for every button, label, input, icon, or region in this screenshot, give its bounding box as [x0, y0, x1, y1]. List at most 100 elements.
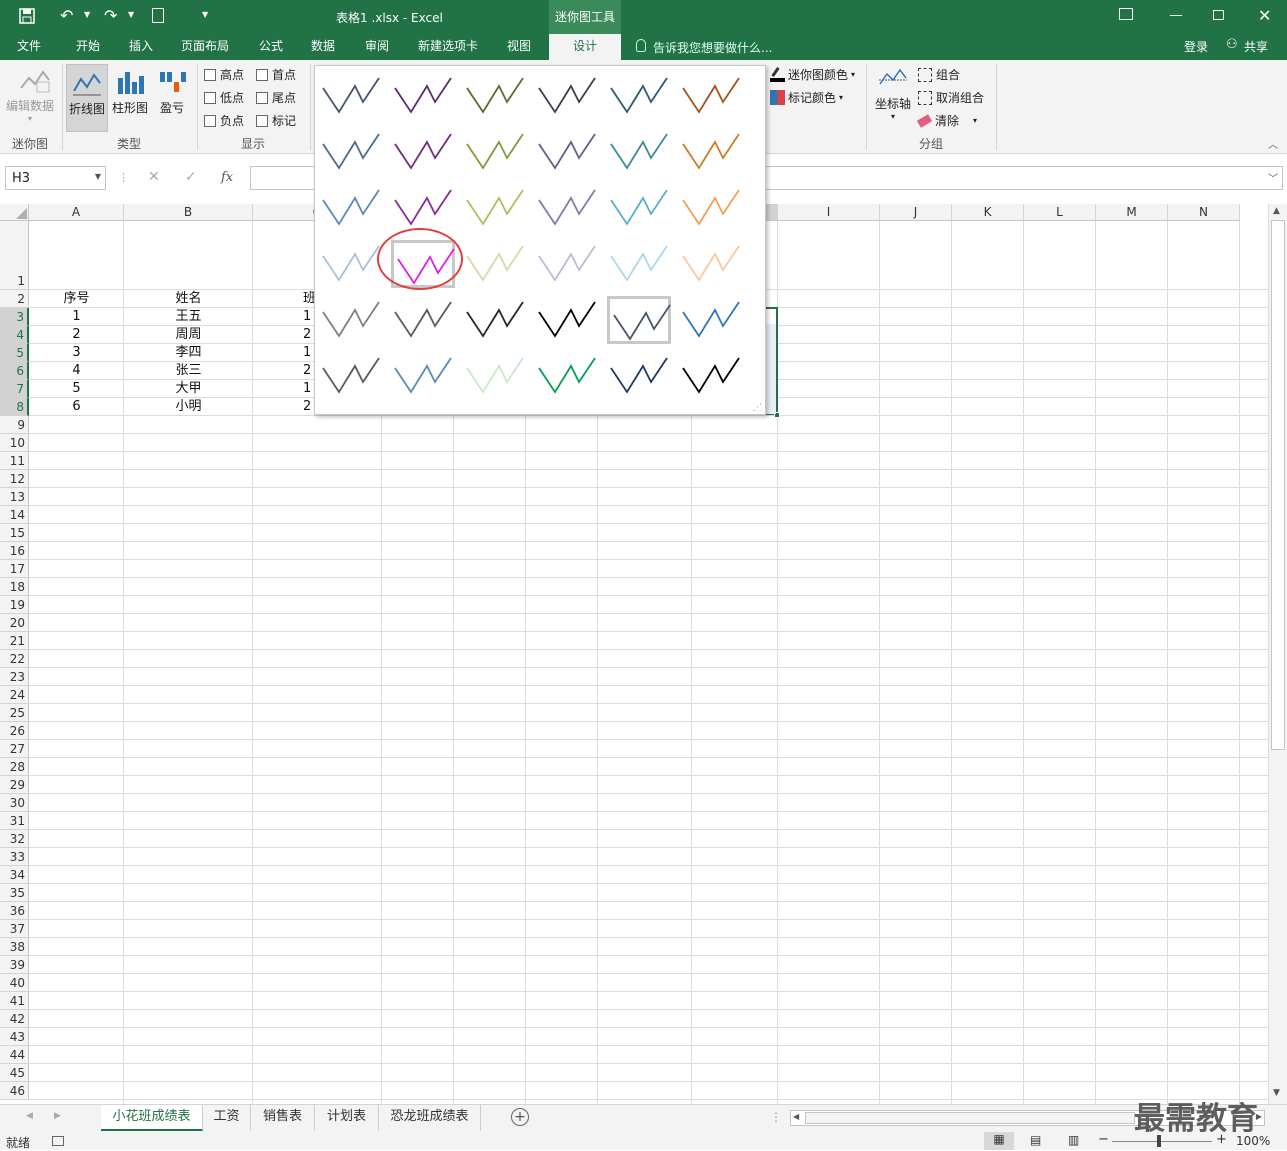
scroll-sheets-left-icon[interactable]: ◀ [26, 1111, 33, 1121]
row-header-38[interactable]: 38 [0, 938, 29, 956]
sheet-tab-plan[interactable]: 计划表 [315, 1105, 379, 1131]
resize-grip-icon[interactable]: ⋰ [753, 403, 762, 413]
zoom-slider[interactable] [1112, 1141, 1212, 1142]
sheet-tab-sales[interactable]: 销售表 [251, 1105, 315, 1131]
sparkline-style-option[interactable] [679, 296, 743, 344]
share-icon[interactable]: ⚇ [1226, 37, 1238, 52]
line-type-button[interactable]: 折线图 [66, 64, 108, 132]
row-header-43[interactable]: 43 [0, 1028, 29, 1046]
row-header-33[interactable]: 33 [0, 848, 29, 866]
last-point-checkbox[interactable]: 尾点 [256, 89, 296, 106]
add-sheet-icon[interactable]: + [511, 1108, 529, 1126]
minimize-icon[interactable] [1170, 15, 1182, 16]
column-header-m[interactable]: M [1096, 204, 1168, 221]
tab-new-tab[interactable]: 新建选项卡 [408, 34, 488, 60]
name-box[interactable]: H3 ▼ [5, 166, 106, 190]
group-button[interactable]: 组合 [918, 66, 960, 83]
scroll-up-icon[interactable]: ▲ [1273, 206, 1280, 216]
column-header-k[interactable]: K [952, 204, 1024, 221]
row-header-34[interactable]: 34 [0, 866, 29, 884]
row-header-27[interactable]: 27 [0, 740, 29, 758]
header-cell[interactable]: 序号 [29, 290, 124, 308]
clear-button[interactable]: 清除 ▾ [916, 112, 977, 129]
marker-color-button[interactable]: 标记颜色 ▾ [770, 89, 843, 106]
expand-formula-icon[interactable]: ﹀ [1268, 170, 1278, 185]
checkbox-box[interactable] [256, 114, 268, 127]
sparkline-style-option[interactable] [463, 184, 527, 232]
collapse-ribbon-icon[interactable]: ︿ [1268, 136, 1278, 151]
row-header-12[interactable]: 12 [0, 470, 29, 488]
close-icon[interactable]: ✕ [1258, 6, 1271, 25]
row-header-1[interactable]: 1 [0, 221, 29, 290]
sparkline-style-option[interactable] [463, 128, 527, 176]
table-cell[interactable]: 周周 [124, 326, 253, 344]
row-header-13[interactable]: 13 [0, 488, 29, 506]
redo-dropdown-icon[interactable]: ▼ [128, 10, 134, 19]
vertical-scrollbar[interactable]: ▲ ▼ [1268, 204, 1287, 1104]
table-cell[interactable]: 1 [29, 308, 124, 326]
sparkline-style-option[interactable] [391, 72, 455, 120]
dropdown-arrow-icon[interactable]: ▼ [95, 172, 101, 181]
column-header-n[interactable]: N [1168, 204, 1240, 221]
row-header-2[interactable]: 2 [0, 290, 29, 308]
row-header-36[interactable]: 36 [0, 902, 29, 920]
column-header-a[interactable]: A [29, 204, 124, 221]
sparkline-style-option[interactable] [391, 128, 455, 176]
row-header-45[interactable]: 45 [0, 1064, 29, 1082]
sparkline-style-option[interactable] [607, 184, 671, 232]
sparkline-style-option[interactable] [679, 240, 743, 288]
row-header-10[interactable]: 10 [0, 434, 29, 452]
axis-button[interactable]: 坐标轴 ▾ [872, 66, 914, 121]
sparkline-style-option[interactable] [535, 296, 599, 344]
row-header-40[interactable]: 40 [0, 974, 29, 992]
hscroll-grip-icon[interactable]: ⋮ [770, 1110, 782, 1124]
enter-formula-icon[interactable]: ✓ [185, 169, 197, 185]
row-header-39[interactable]: 39 [0, 956, 29, 974]
row-header-7[interactable]: 7 [0, 380, 29, 398]
sparkline-style-option[interactable] [391, 296, 455, 344]
sparkline-style-option[interactable] [319, 72, 383, 120]
tab-insert[interactable]: 插入 [118, 34, 164, 60]
row-header-42[interactable]: 42 [0, 1010, 29, 1028]
normal-view-icon[interactable]: ▦ [984, 1132, 1014, 1150]
column-header-b[interactable]: B [124, 204, 253, 221]
save-icon[interactable] [18, 7, 36, 25]
sparkline-style-option[interactable] [679, 72, 743, 120]
row-header-19[interactable]: 19 [0, 596, 29, 614]
row-header-29[interactable]: 29 [0, 776, 29, 794]
sparkline-style-option[interactable] [463, 72, 527, 120]
page-break-view-icon[interactable]: ▥ [1068, 1133, 1079, 1147]
zoom-slider-thumb[interactable] [1157, 1135, 1161, 1147]
column-header-j[interactable]: J [880, 204, 952, 221]
sparkline-style-option[interactable] [535, 240, 599, 288]
table-cell[interactable]: 3 [29, 344, 124, 362]
row-header-46[interactable]: 46 [0, 1082, 29, 1100]
sheet-tab-xiaohua[interactable]: 小花班成绩表 [101, 1105, 203, 1131]
sparkline-style-option[interactable] [319, 296, 383, 344]
row-header-26[interactable]: 26 [0, 722, 29, 740]
sparkline-style-option[interactable] [463, 296, 527, 344]
high-point-checkbox[interactable]: 高点 [204, 66, 244, 83]
share-button[interactable]: 共享 [1244, 38, 1268, 55]
sign-in-link[interactable]: 登录 [1184, 38, 1208, 55]
table-cell[interactable]: 小明 [124, 398, 253, 416]
redo-icon[interactable]: ↷ [104, 6, 117, 25]
row-header-18[interactable]: 18 [0, 578, 29, 596]
table-cell[interactable]: 2 [29, 326, 124, 344]
page-layout-view-icon[interactable]: ▤ [1030, 1133, 1041, 1147]
row-header-6[interactable]: 6 [0, 362, 29, 380]
sparkline-style-option[interactable] [607, 128, 671, 176]
row-header-14[interactable]: 14 [0, 506, 29, 524]
sparkline-style-option[interactable] [319, 128, 383, 176]
row-header-4[interactable]: 4 [0, 326, 29, 344]
tab-home[interactable]: 开始 [64, 34, 112, 60]
zoom-level[interactable]: 100% [1236, 1134, 1270, 1148]
sparkline-style-option[interactable] [319, 184, 383, 232]
undo-icon[interactable]: ↶ [60, 6, 73, 25]
table-cell[interactable]: 4 [29, 362, 124, 380]
sparkline-style-option[interactable] [535, 352, 599, 400]
tab-data[interactable]: 数据 [300, 34, 346, 60]
row-header-11[interactable]: 11 [0, 452, 29, 470]
markers-checkbox[interactable]: 标记 [256, 112, 296, 129]
sparkline-style-option[interactable] [319, 352, 383, 400]
